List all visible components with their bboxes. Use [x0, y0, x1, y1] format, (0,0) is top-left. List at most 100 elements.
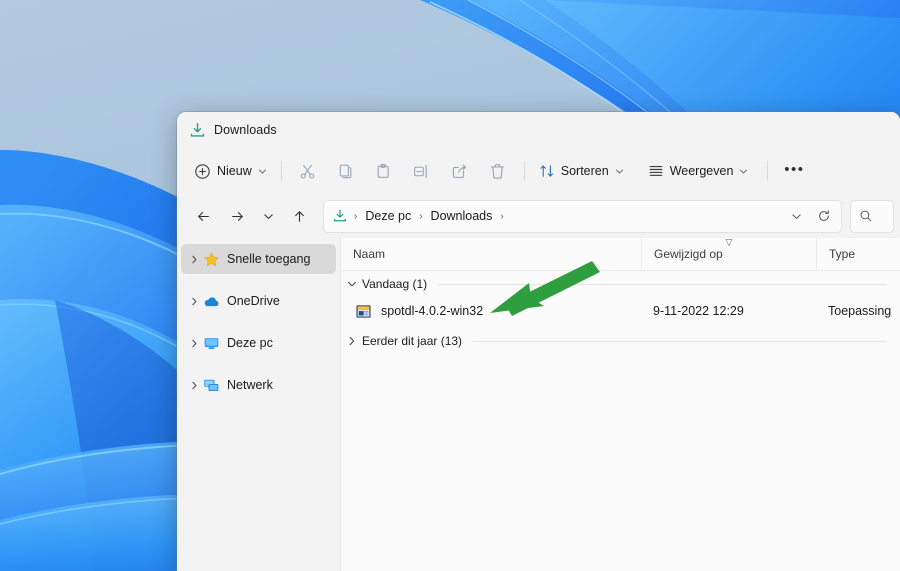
- sidebar-item-label: Netwerk: [227, 378, 273, 392]
- breadcrumb-item-downloads[interactable]: Downloads: [427, 207, 497, 225]
- address-bar[interactable]: › Deze pc › Downloads ›: [323, 200, 842, 233]
- view-lines-icon: [648, 163, 664, 179]
- trash-icon: [489, 163, 506, 180]
- window-titlebar[interactable]: Downloads: [177, 112, 900, 148]
- chevron-down-icon[interactable]: [347, 279, 357, 289]
- search-icon: [859, 209, 873, 223]
- breadcrumb-separator: ›: [418, 211, 423, 222]
- breadcrumb-separator: ›: [499, 211, 504, 222]
- column-header-naam[interactable]: Naam: [341, 238, 641, 270]
- group-divider: [438, 284, 886, 285]
- sidebar-item-deze-pc[interactable]: Deze pc: [181, 328, 336, 358]
- rename-icon: [413, 163, 430, 180]
- copy-button[interactable]: [327, 155, 365, 187]
- back-button[interactable]: [187, 201, 219, 231]
- copy-icon: [337, 163, 354, 180]
- recent-locations-button[interactable]: [255, 201, 281, 231]
- refresh-button[interactable]: [811, 203, 837, 229]
- navigation-pane: Snelle toegang OneDrive: [177, 238, 341, 571]
- paste-button[interactable]: [365, 155, 403, 187]
- overflow-menu-button[interactable]: •••: [775, 155, 813, 187]
- toolbar-separator-2: [524, 161, 525, 181]
- share-icon: [451, 163, 468, 180]
- address-bar-actions: [783, 203, 837, 229]
- breadcrumb-separator: ›: [353, 211, 358, 222]
- chevron-right-icon[interactable]: [185, 381, 203, 390]
- new-button-label: Nieuw: [217, 164, 252, 178]
- file-list-pane: Naam ▽ Gewijzigd op Type Vandaag (1): [341, 238, 900, 571]
- network-icon: [203, 377, 220, 394]
- address-dropdown-button[interactable]: [783, 203, 809, 229]
- desktop-screen: Downloads Nieuw: [0, 0, 900, 571]
- chevron-down-icon: [739, 167, 748, 176]
- overflow-dots-label: •••: [784, 162, 804, 181]
- arrow-up-icon: [292, 209, 307, 224]
- scissors-icon: [299, 163, 316, 180]
- share-button[interactable]: [441, 155, 479, 187]
- sidebar-item-snelle-toegang[interactable]: Snelle toegang: [181, 244, 336, 274]
- plus-circle-icon: [194, 163, 211, 180]
- monitor-icon: [203, 335, 220, 352]
- delete-button[interactable]: [479, 155, 517, 187]
- file-group-header-eerder-dit-jaar[interactable]: Eerder dit jaar (13): [341, 328, 900, 354]
- address-bar-row: › Deze pc › Downloads ›: [177, 194, 900, 238]
- search-input[interactable]: [850, 200, 894, 233]
- up-button[interactable]: [283, 201, 315, 231]
- view-button-label: Weergeven: [670, 164, 734, 178]
- breadcrumb: › Deze pc › Downloads ›: [332, 207, 783, 225]
- column-header-label: Naam: [353, 247, 385, 261]
- sidebar-item-label: Snelle toegang: [227, 252, 310, 266]
- application-exe-icon: [355, 303, 372, 320]
- downloads-icon: [189, 122, 206, 139]
- chevron-down-icon: [615, 167, 624, 176]
- sidebar-item-onedrive[interactable]: OneDrive: [181, 286, 336, 316]
- file-group-header-vandaag[interactable]: Vandaag (1): [341, 271, 900, 297]
- chevron-down-icon: [263, 211, 274, 222]
- sort-indicator-icon: ▽: [726, 237, 733, 248]
- sidebar-item-netwerk[interactable]: Netwerk: [181, 370, 336, 400]
- column-header-label: Type: [829, 247, 855, 261]
- paste-icon: [375, 163, 392, 180]
- table-row[interactable]: spotdl-4.0.2-win32 9-11-2022 12:29 Toepa…: [341, 297, 900, 325]
- file-group-label: Vandaag (1): [362, 277, 427, 291]
- file-type-cell: Toepassing: [816, 304, 900, 318]
- forward-button[interactable]: [221, 201, 253, 231]
- command-toolbar: Nieuw: [177, 148, 900, 194]
- group-divider: [473, 341, 886, 342]
- new-button[interactable]: Nieuw: [187, 155, 274, 187]
- window-title: Downloads: [214, 123, 277, 137]
- star-icon: [203, 251, 220, 268]
- column-header-gewijzigd-op[interactable]: ▽ Gewijzigd op: [641, 238, 816, 270]
- chevron-right-icon[interactable]: [347, 336, 357, 346]
- sort-arrows-icon: [539, 163, 555, 179]
- refresh-icon: [817, 209, 831, 223]
- chevron-down-icon: [791, 211, 802, 222]
- chevron-right-icon[interactable]: [185, 297, 203, 306]
- file-name-label: spotdl-4.0.2-win32: [381, 304, 483, 318]
- file-group-label: Eerder dit jaar (13): [362, 334, 462, 348]
- sidebar-item-label: Deze pc: [227, 336, 273, 350]
- toolbar-separator-3: [767, 161, 768, 181]
- file-name-cell: spotdl-4.0.2-win32: [341, 303, 641, 320]
- arrow-right-icon: [230, 209, 245, 224]
- view-button[interactable]: Weergeven: [641, 155, 756, 187]
- chevron-right-icon[interactable]: [185, 255, 203, 264]
- rename-button[interactable]: [403, 155, 441, 187]
- toolbar-separator: [281, 161, 282, 181]
- cloud-icon: [203, 293, 220, 310]
- chevron-right-icon[interactable]: [185, 339, 203, 348]
- chevron-down-icon: [258, 167, 267, 176]
- file-modified-cell: 9-11-2022 12:29: [641, 304, 816, 318]
- window-body: Snelle toegang OneDrive: [177, 238, 900, 571]
- file-explorer-window: Downloads Nieuw: [177, 112, 900, 571]
- breadcrumb-item-deze-pc[interactable]: Deze pc: [361, 207, 415, 225]
- column-header-label: Gewijzigd op: [654, 247, 723, 261]
- column-header-row: Naam ▽ Gewijzigd op Type: [341, 238, 900, 271]
- downloads-icon: [332, 208, 348, 224]
- sort-button[interactable]: Sorteren: [532, 155, 631, 187]
- column-header-type[interactable]: Type: [816, 238, 900, 270]
- sidebar-item-label: OneDrive: [227, 294, 280, 308]
- cut-button[interactable]: [289, 155, 327, 187]
- arrow-left-icon: [196, 209, 211, 224]
- sort-button-label: Sorteren: [561, 164, 609, 178]
